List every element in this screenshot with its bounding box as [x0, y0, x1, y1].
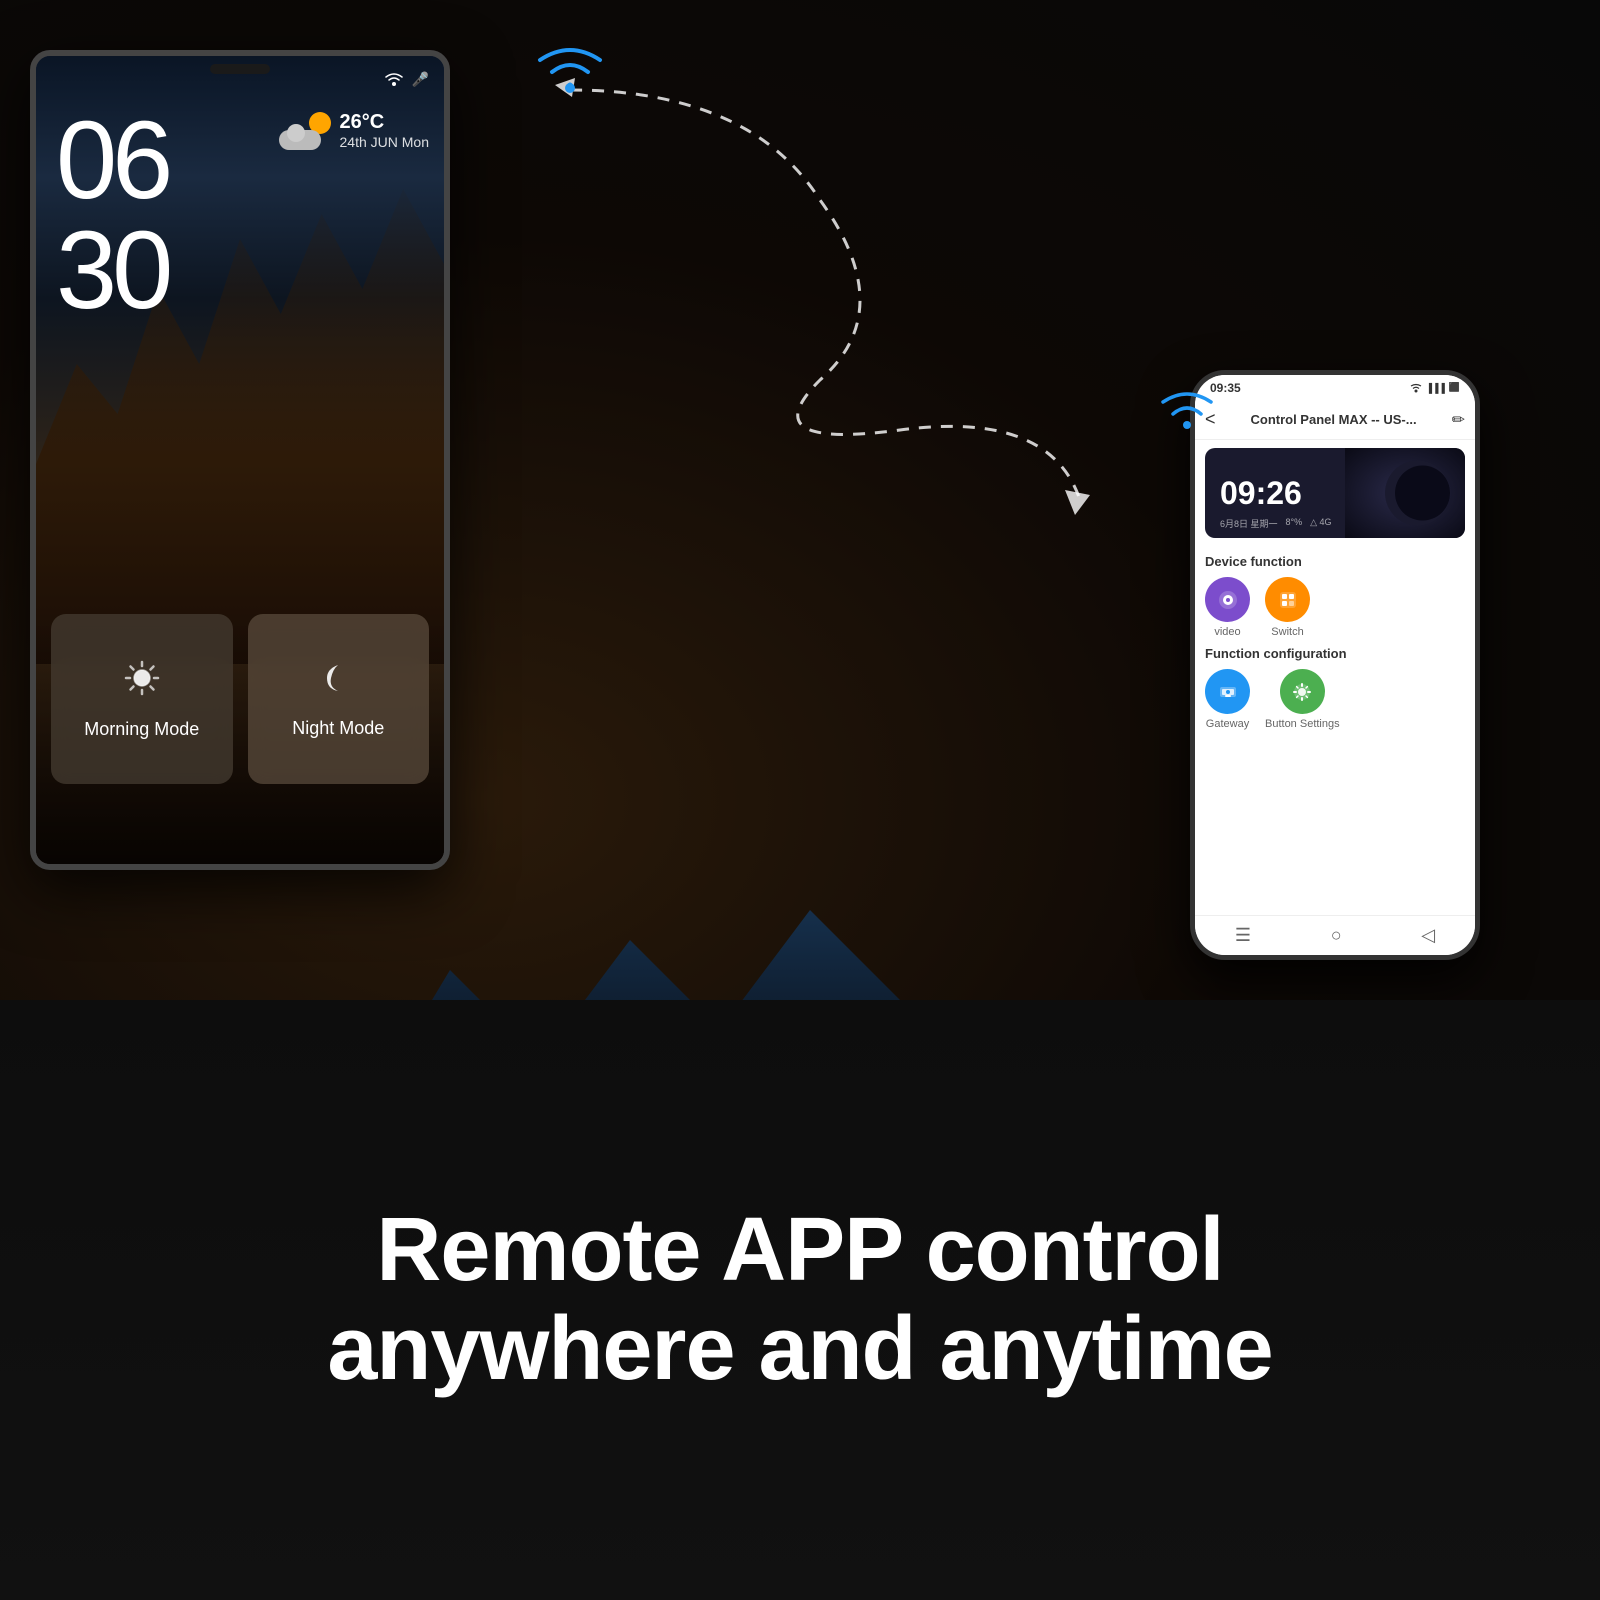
phone-wifi-icon — [1410, 383, 1422, 393]
button-settings-icon-circle — [1280, 669, 1325, 714]
tablet-time-minutes: 30 — [56, 216, 168, 326]
phone-battery-icon: ⬛ — [1449, 382, 1460, 393]
tablet-frame: 🎤 06 30 — [30, 50, 450, 870]
switch-icon — [1277, 589, 1299, 611]
gateway-label: Gateway — [1206, 718, 1249, 730]
tablet-modes: Morning Mode Night Mode — [51, 614, 429, 784]
phone-signal-icon: ▐▐▐ — [1426, 383, 1445, 393]
phone-status-icons: ▐▐▐ ⬛ — [1410, 382, 1460, 393]
night-mode-btn[interactable]: Night Mode — [248, 614, 430, 784]
device-function-title: Device function — [1205, 554, 1465, 569]
bottom-text-area: Remote APP control anywhere and anytime — [0, 1000, 1600, 1600]
func-item-button-settings[interactable]: Button Settings — [1265, 669, 1340, 730]
switch-icon-circle — [1265, 577, 1310, 622]
gateway-icon — [1217, 681, 1239, 703]
phone-content: Device function video — [1195, 546, 1475, 915]
tablet-device: 🎤 06 30 — [30, 50, 450, 870]
phone-header: < Control Panel MAX -- US-... ✏ — [1195, 400, 1475, 440]
phone-edit-button[interactable]: ✏ — [1452, 410, 1465, 430]
video-label: video — [1214, 626, 1240, 638]
weather-temp: 26°C — [340, 111, 429, 134]
bottom-headline: Remote APP control anywhere and anytime — [327, 1201, 1272, 1399]
phone-clock-date: 6月8日 星期一 8°% △ 4G — [1220, 517, 1332, 530]
tablet-time-hours: 06 — [56, 106, 168, 216]
phone-signal-text: △ 4G — [1310, 517, 1331, 530]
night-mode-label: Night Mode — [292, 718, 384, 739]
weather-date: 24th JUN Mon — [340, 134, 429, 150]
video-icon — [1217, 589, 1239, 611]
func-item-switch[interactable]: Switch — [1265, 577, 1310, 638]
night-mode-icon — [319, 659, 357, 706]
func-item-video[interactable]: video — [1205, 577, 1250, 638]
phone-frame: 09:35 ▐▐▐ ⬛ < Control Panel MAX -- US-..… — [1190, 370, 1480, 960]
switch-label: Switch — [1271, 626, 1303, 638]
bottom-line2: anywhere and anytime — [327, 1300, 1272, 1399]
wifi-icon-phone — [1155, 380, 1220, 440]
phone-device: 09:35 ▐▐▐ ⬛ < Control Panel MAX -- US-..… — [1190, 370, 1480, 960]
device-function-grid: video Switch — [1205, 577, 1465, 638]
phone-clock-time: 09:26 — [1220, 475, 1302, 512]
phone-clock-card: 09:26 6月8日 星期一 8°% △ 4G — [1205, 448, 1465, 538]
bottom-line1: Remote APP control — [327, 1201, 1272, 1300]
phone-nav: ☰ ○ ◁ — [1195, 915, 1475, 955]
function-config-title: Function configuration — [1205, 646, 1465, 661]
phone-date-text: 6月8日 星期一 — [1220, 517, 1278, 530]
morning-mode-btn[interactable]: Morning Mode — [51, 614, 233, 784]
tablet-wifi-icon — [384, 71, 404, 87]
tablet-camera — [210, 64, 270, 74]
function-config-grid: Gateway Button Settings — [1205, 669, 1465, 730]
phone-nav-back[interactable]: ◁ — [1421, 925, 1435, 946]
tablet-time-container: 06 30 — [56, 106, 168, 326]
morning-mode-label: Morning Mode — [84, 719, 199, 740]
morning-mode-icon — [122, 658, 162, 707]
phone-screen: 09:35 ▐▐▐ ⬛ < Control Panel MAX -- US-..… — [1195, 375, 1475, 955]
phone-nav-home[interactable]: ○ — [1331, 925, 1342, 946]
button-settings-icon — [1291, 681, 1313, 703]
phone-status-bar: 09:35 ▐▐▐ ⬛ — [1195, 375, 1475, 400]
phone-nav-menu[interactable]: ☰ — [1235, 925, 1251, 946]
button-settings-label: Button Settings — [1265, 718, 1340, 730]
phone-header-title: Control Panel MAX -- US-... — [1224, 412, 1444, 427]
tablet-mic-icon: 🎤 — [412, 71, 429, 88]
tablet-screen: 🎤 06 30 — [36, 56, 444, 864]
wifi-icon-top — [530, 30, 610, 105]
func-item-gateway[interactable]: Gateway — [1205, 669, 1250, 730]
tablet-status-icons: 🎤 — [384, 71, 429, 88]
video-icon-circle — [1205, 577, 1250, 622]
phone-battery-pct: 8°% — [1286, 517, 1303, 530]
tablet-weather: 26°C 24th JUN Mon — [279, 111, 429, 150]
gateway-icon-circle — [1205, 669, 1250, 714]
